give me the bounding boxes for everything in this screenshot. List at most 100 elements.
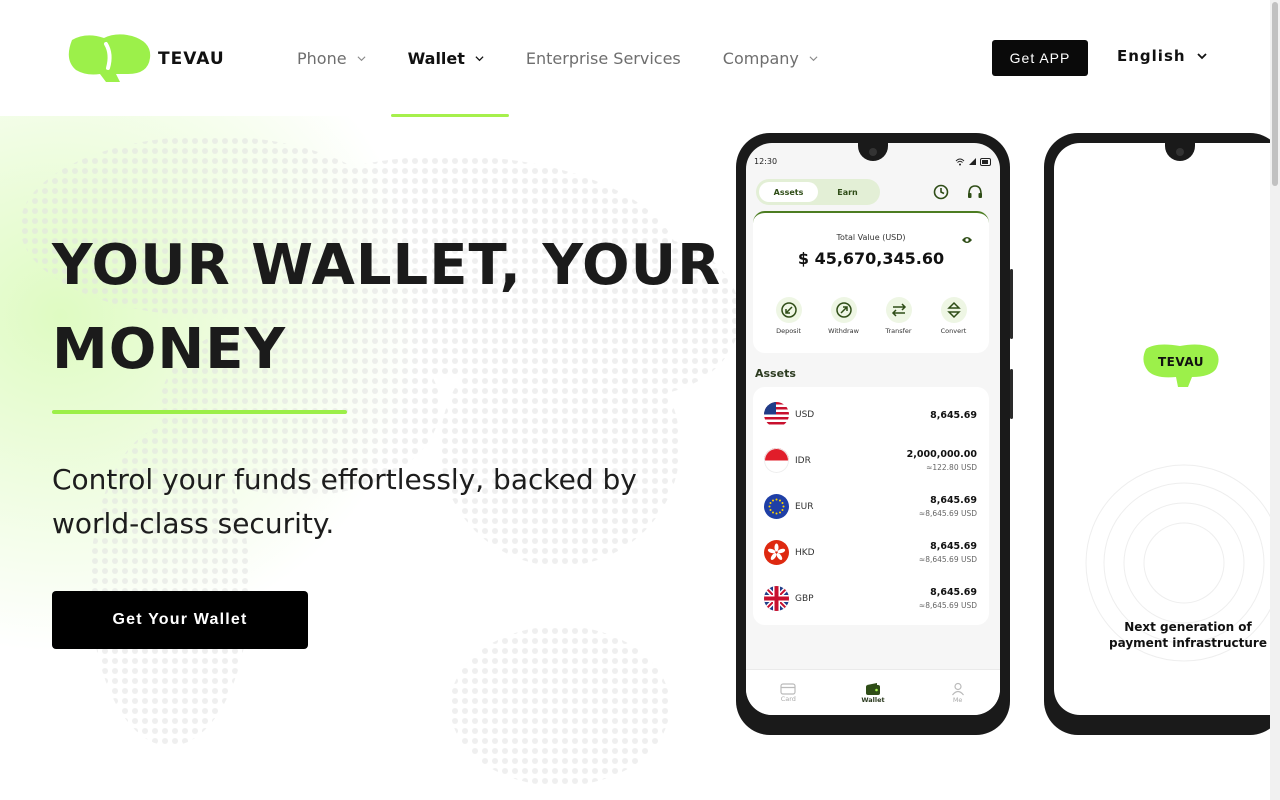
wallet-actions: Deposit Withdraw Transfer Convert (761, 297, 981, 335)
asset-code: USD (795, 410, 815, 420)
nav-active-indicator (391, 114, 509, 117)
asset-usd-equivalent: ≈8,645.69 USD (918, 601, 977, 610)
splash-logo: TEVAU (1142, 343, 1220, 395)
nav-item-phone[interactable]: Phone (297, 49, 366, 68)
logo-wordmark: TEVAU (158, 49, 225, 69)
tab-earn[interactable]: Earn (818, 182, 877, 202)
asset-amount: 8,645.69 (930, 541, 977, 552)
user-icon (951, 682, 964, 695)
phone-side-button (1010, 369, 1013, 419)
tab-assets[interactable]: Assets (759, 182, 818, 202)
deposit-icon (780, 302, 797, 318)
language-selector[interactable]: English (1117, 47, 1208, 65)
phone-screen: 12:30 Assets Earn Total Value (USD) $ 45… (746, 143, 1000, 715)
withdraw-label: Withdraw (828, 327, 859, 335)
signal-icon (969, 157, 976, 165)
bottom-nav-me-label: Me (952, 695, 963, 704)
history-icon[interactable] (932, 183, 950, 201)
deposit-label: Deposit (776, 327, 801, 335)
get-your-wallet-button[interactable]: Get Your Wallet (52, 591, 308, 649)
app-bottom-nav: Card Wallet Me (746, 669, 1000, 715)
asset-amount: 8,645.69 (930, 495, 977, 506)
headset-icon[interactable] (966, 183, 984, 201)
total-value-card: Total Value (USD) $ 45,670,345.60 Deposi… (753, 211, 989, 353)
hero-subtitle: Control your funds effortlessly, backed … (52, 463, 637, 540)
nav-label-company: Company (722, 48, 799, 68)
scrollbar-thumb[interactable] (1272, 2, 1278, 186)
card-icon (780, 682, 796, 695)
withdraw-icon (835, 302, 852, 318)
us-flag-icon (764, 402, 789, 427)
withdraw-button[interactable]: Withdraw (819, 297, 869, 335)
chevron-down-icon (357, 55, 366, 61)
bottom-nav-wallet-label: Wallet (861, 695, 885, 704)
indonesia-flag-icon (764, 448, 789, 473)
title-underline (52, 410, 347, 414)
asset-row-gbp[interactable]: GBP 8,645.69 ≈8,645.69 USD (753, 575, 989, 621)
chevron-down-icon (475, 55, 484, 61)
hero-title-line-2: MONEY (52, 317, 287, 382)
wallet-icon (865, 682, 880, 695)
language-label: English (1117, 47, 1186, 65)
convert-icon (946, 301, 961, 319)
tevau-logo[interactable]: TEVAU (66, 34, 242, 84)
nav-item-wallet[interactable]: Wallet (408, 49, 484, 68)
deposit-button[interactable]: Deposit (764, 297, 814, 335)
uk-flag-icon (764, 586, 789, 611)
asset-code: GBP (795, 594, 814, 604)
asset-list: USD 8,645.69 IDR 2,000,000.00 ≈122.80 US… (753, 387, 989, 625)
bottom-nav-wallet[interactable]: Wallet (853, 682, 893, 704)
asset-usd-equivalent: ≈122.80 USD (926, 463, 977, 472)
convert-label: Convert (940, 327, 967, 335)
asset-code: HKD (795, 548, 815, 558)
chevron-down-icon (1196, 53, 1207, 60)
phone-mockup-splash: TEVAU Next generation of payment infrast… (1044, 133, 1280, 735)
transfer-icon (891, 303, 906, 317)
asset-amount: 8,645.69 (930, 410, 977, 421)
hero-title: YOUR WALLET, YOUR MONEY (52, 224, 732, 392)
phone-splash-screen: TEVAU Next generation of payment infrast… (1054, 143, 1280, 715)
site-header: TEVAU Phone Wallet Enterprise Services C… (0, 0, 1270, 116)
eu-flag-icon (764, 494, 789, 519)
bottom-nav-me[interactable]: Me (938, 682, 978, 704)
asset-earn-tabs: Assets Earn (756, 179, 880, 205)
phone-side-button (1010, 269, 1013, 339)
wifi-icon (955, 158, 965, 165)
chevron-down-icon (809, 55, 818, 61)
splash-logo-text: TEVAU (1157, 355, 1205, 369)
phone-notch (1165, 143, 1195, 161)
nav-label-enterprise-services: Enterprise Services (525, 48, 681, 68)
total-value-amount: $ 45,670,345.60 (797, 249, 945, 268)
splash-tagline: Next generation of payment infrastructur… (1100, 619, 1276, 651)
convert-button[interactable]: Convert (929, 297, 979, 335)
nav-label-phone: Phone (297, 48, 347, 68)
status-time: 12:30 (754, 157, 778, 166)
hero-title-line-1: YOUR WALLET, YOUR (52, 233, 722, 298)
asset-amount: 8,645.69 (930, 587, 977, 598)
asset-row-idr[interactable]: IDR 2,000,000.00 ≈122.80 USD (753, 437, 989, 483)
battery-icon (980, 157, 991, 166)
asset-code: IDR (795, 456, 811, 466)
bottom-nav-card-label: Card (780, 694, 796, 703)
bottom-nav-card[interactable]: Card (768, 682, 808, 703)
nav-item-enterprise-services[interactable]: Enterprise Services (526, 49, 681, 68)
phone-mockup-wallet: 12:30 Assets Earn Total Value (USD) $ 45… (736, 133, 1013, 735)
asset-row-eur[interactable]: EUR 8,645.69 ≈8,645.69 USD (753, 483, 989, 529)
tagline-line-2: payment infrastructure (1109, 636, 1267, 650)
asset-row-usd[interactable]: USD 8,645.69 (753, 391, 989, 437)
transfer-label: Transfer (885, 327, 912, 335)
asset-row-hkd[interactable]: HKD 8,645.69 ≈8,645.69 USD (753, 529, 989, 575)
nav-item-company[interactable]: Company (723, 49, 818, 68)
page-scrollbar[interactable] (1270, 0, 1280, 800)
nav-label-wallet: Wallet (407, 48, 465, 68)
asset-usd-equivalent: ≈8,645.69 USD (918, 555, 977, 564)
asset-code: EUR (795, 502, 814, 512)
main-nav: Phone Wallet Enterprise Services Company (297, 44, 860, 72)
asset-usd-equivalent: ≈8,645.69 USD (918, 509, 977, 518)
asset-amount: 2,000,000.00 (906, 449, 977, 460)
transfer-button[interactable]: Transfer (874, 297, 924, 335)
assets-heading: Assets (755, 367, 796, 380)
total-value-label: Total Value (USD) (836, 233, 906, 242)
get-app-button[interactable]: Get APP (992, 40, 1088, 76)
eye-icon[interactable] (961, 235, 973, 245)
